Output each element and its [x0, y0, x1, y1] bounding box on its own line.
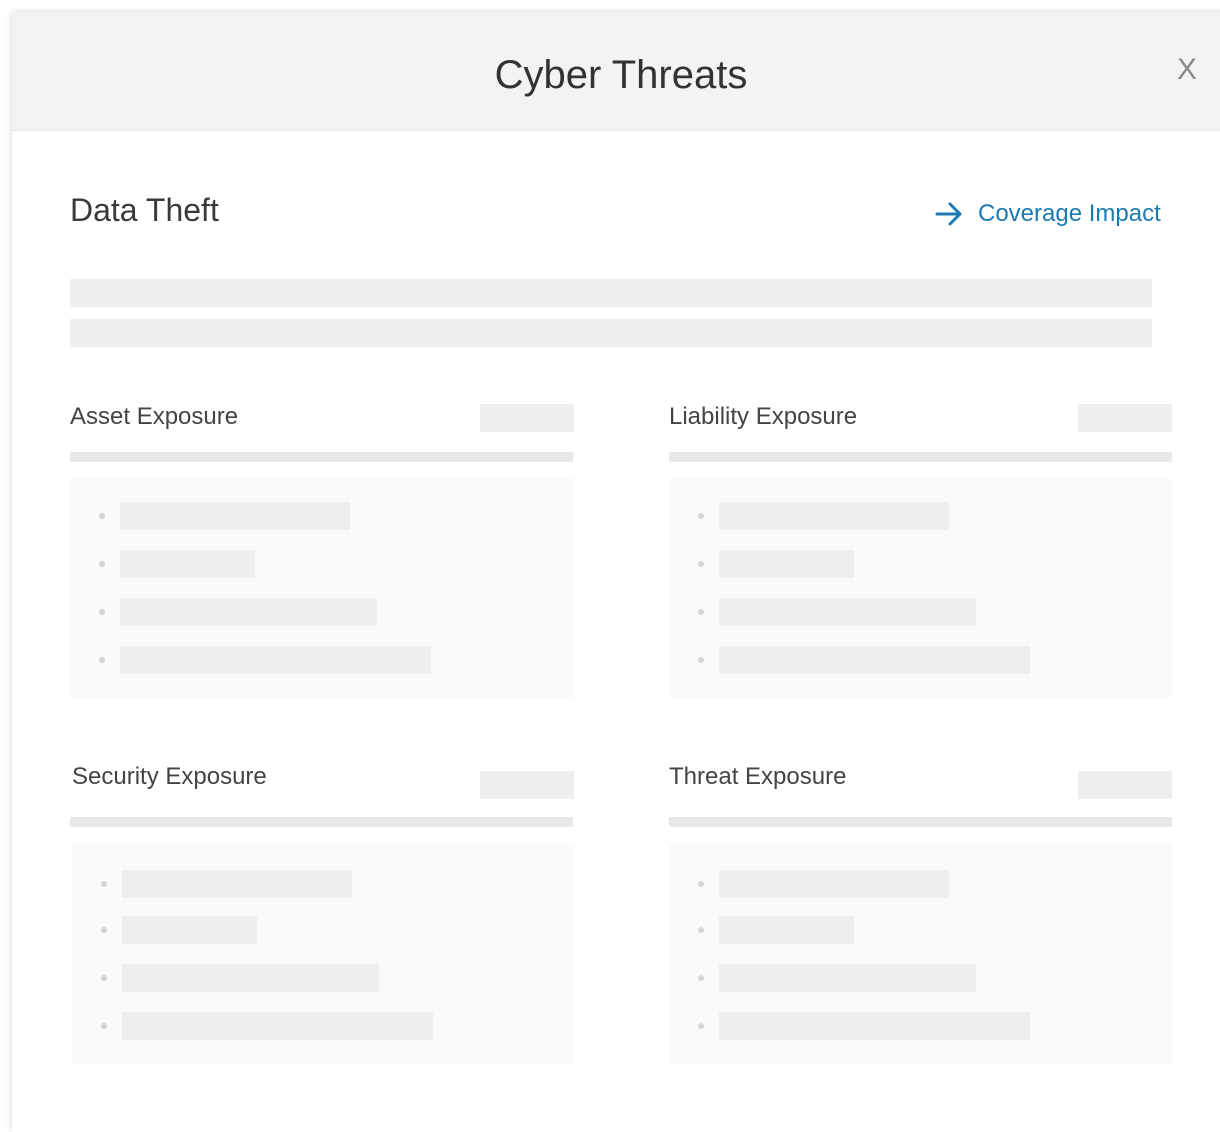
card-list-placeholder — [669, 844, 1172, 1064]
bullet-icon — [698, 881, 704, 887]
close-button[interactable]: X — [1172, 50, 1202, 90]
list-item — [669, 870, 1172, 898]
bullet-icon — [101, 927, 107, 933]
modal-header: Cyber Threats — [12, 12, 1220, 131]
card-divider — [669, 452, 1172, 462]
card-divider — [70, 817, 573, 827]
list-item — [669, 1012, 1172, 1040]
list-item-placeholder — [719, 646, 1030, 674]
card-divider — [669, 817, 1172, 827]
bullet-icon — [698, 657, 704, 663]
bullet-icon — [698, 561, 704, 567]
card-list-placeholder — [669, 478, 1172, 698]
card-divider — [70, 452, 573, 462]
list-item-placeholder — [120, 502, 350, 530]
list-item — [669, 646, 1172, 674]
coverage-impact-link[interactable]: Coverage Impact — [934, 194, 1161, 234]
list-item — [70, 646, 573, 674]
list-item — [72, 1012, 575, 1040]
list-item-placeholder — [719, 964, 976, 992]
list-item — [669, 598, 1172, 626]
card-value-placeholder — [1078, 404, 1172, 432]
modal-title: Cyber Threats — [494, 53, 748, 97]
card-value-placeholder — [1078, 771, 1172, 799]
list-item — [70, 550, 573, 578]
list-item-placeholder — [719, 916, 854, 944]
list-item — [669, 916, 1172, 944]
bullet-icon — [698, 513, 704, 519]
description-placeholder-line — [70, 319, 1152, 347]
list-item-placeholder — [120, 646, 431, 674]
list-item — [72, 964, 575, 992]
list-item-placeholder — [719, 550, 854, 578]
card-title: Threat Exposure — [669, 763, 847, 790]
card-title: Security Exposure — [72, 763, 267, 790]
bullet-icon — [698, 1023, 704, 1029]
threat-title: Data Theft — [70, 192, 219, 228]
list-item-placeholder — [122, 1012, 433, 1040]
bullet-icon — [101, 881, 107, 887]
bullet-icon — [99, 609, 105, 615]
card-list-placeholder — [70, 478, 573, 698]
list-item — [72, 916, 575, 944]
list-item — [669, 502, 1172, 530]
bullet-icon — [698, 927, 704, 933]
arrow-right-icon — [935, 202, 962, 226]
card-title: Liability Exposure — [669, 403, 858, 430]
bullet-icon — [698, 975, 704, 981]
list-item-placeholder — [120, 598, 377, 626]
list-item — [669, 964, 1172, 992]
bullet-icon — [698, 609, 704, 615]
bullet-icon — [101, 975, 107, 981]
list-item — [70, 502, 573, 530]
list-item — [72, 870, 575, 898]
list-item — [70, 598, 573, 626]
list-item-placeholder — [122, 964, 379, 992]
card-value-placeholder — [480, 771, 574, 799]
list-item — [669, 550, 1172, 578]
bullet-icon — [101, 1023, 107, 1029]
card-value-placeholder — [480, 404, 574, 432]
bullet-icon — [99, 513, 105, 519]
description-placeholder-line — [70, 279, 1152, 307]
bullet-icon — [99, 561, 105, 567]
list-item-placeholder — [719, 502, 949, 530]
list-item-placeholder — [120, 550, 255, 578]
cyber-threats-modal: Cyber Threats X Data Theft Coverage Impa… — [12, 12, 1220, 1132]
list-item-placeholder — [122, 870, 352, 898]
list-item-placeholder — [719, 870, 949, 898]
card-list-placeholder — [72, 844, 575, 1064]
list-item-placeholder — [122, 916, 257, 944]
list-item-placeholder — [719, 1012, 1030, 1040]
bullet-icon — [99, 657, 105, 663]
list-item-placeholder — [719, 598, 976, 626]
coverage-impact-label: Coverage Impact — [978, 200, 1161, 227]
card-title: Asset Exposure — [70, 403, 239, 430]
